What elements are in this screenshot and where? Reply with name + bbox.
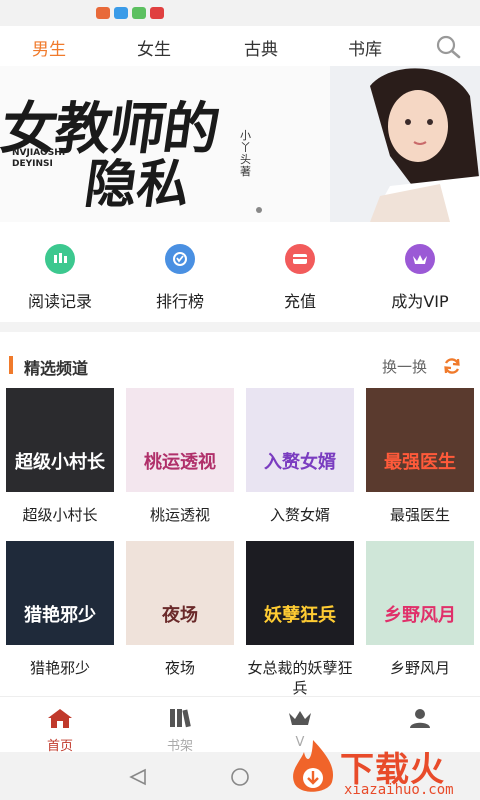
- flame-logo-icon: [293, 740, 334, 792]
- back-icon[interactable]: [128, 768, 148, 786]
- watermark-url: xiazaihuo.com: [344, 782, 454, 798]
- recharge-label: 充值: [283, 292, 316, 311]
- book-cover-title: 入赘女婿: [264, 452, 336, 473]
- recharge-icon: [285, 244, 315, 274]
- reading-record-label: 阅读记录: [27, 292, 92, 311]
- book-cover[interactable]: 猎艳邪少: [6, 541, 114, 645]
- app-icon: [132, 7, 146, 19]
- mail-icon: [150, 7, 164, 19]
- tab-female[interactable]: 女生: [137, 35, 171, 60]
- book-cover[interactable]: 夜场: [126, 541, 234, 645]
- quick-actions: 阅读记录 排行榜 充值 成为VIP: [0, 222, 480, 322]
- book-card[interactable]: 乡野风月 乡野风月: [366, 541, 474, 678]
- book-card[interactable]: 夜场 夜场: [126, 541, 234, 678]
- browser-icon: [114, 7, 128, 19]
- watermark-logo: 下载火 xiazaihuo.com: [284, 736, 480, 800]
- book-card[interactable]: 桃运透视 桃运透视: [126, 388, 234, 525]
- user-icon: [410, 709, 430, 728]
- refresh-button[interactable]: 换一换: [382, 356, 427, 377]
- nav-home[interactable]: 首页: [30, 707, 90, 754]
- book-title[interactable]: 夜场: [126, 658, 234, 678]
- section-accent-bar: [9, 356, 13, 374]
- vip-button[interactable]: 成为VIP: [360, 244, 480, 312]
- book-title[interactable]: 超级小村长: [6, 505, 114, 525]
- book-cover-title: 桃运透视: [144, 452, 216, 473]
- banner-author: 小丫头著: [240, 129, 251, 178]
- book-title[interactable]: 乡野风月: [366, 658, 474, 678]
- recharge-button[interactable]: 充值: [240, 244, 360, 312]
- search-icon[interactable]: [434, 34, 464, 60]
- book-title[interactable]: 女总裁的妖孽狂兵: [246, 658, 354, 698]
- banner-subtitle-line2: DEYINSI: [12, 159, 53, 169]
- section-header: 精选频道 换一换: [0, 346, 480, 386]
- bookshelf-icon: [170, 709, 191, 728]
- banner-subtitle-line1: NVJIAOSHI: [12, 148, 66, 158]
- book-cover-title: 夜场: [162, 605, 198, 626]
- nav-profile[interactable]: [390, 707, 450, 735]
- weibo-icon: [96, 7, 110, 19]
- book-cover[interactable]: 超级小村长: [6, 388, 114, 492]
- book-card[interactable]: 最强医生 最强医生: [366, 388, 474, 525]
- tab-male[interactable]: 男生: [32, 35, 66, 60]
- ranking-label: 排行榜: [155, 292, 204, 311]
- book-cover-title: 妖孽狂兵: [264, 605, 336, 626]
- vip-icon: [405, 244, 435, 274]
- status-icons: [96, 7, 164, 19]
- top-tab-bar: 男生 女生 古典 书库: [0, 26, 480, 66]
- book-title[interactable]: 最强医生: [366, 505, 474, 525]
- vip-crown-icon: [289, 711, 311, 725]
- book-cover[interactable]: 妖孽狂兵: [246, 541, 354, 645]
- book-cover[interactable]: 桃运透视: [126, 388, 234, 492]
- refresh-icon[interactable]: [442, 356, 462, 376]
- book-cover-title: 最强医生: [384, 452, 456, 473]
- banner-subtitle: NVJIAOSHI DEYINSI: [12, 148, 65, 170]
- nav-bookshelf[interactable]: 书架: [150, 707, 210, 754]
- book-title[interactable]: 入赘女婿: [246, 505, 354, 525]
- book-card[interactable]: 入赘女婿 入赘女婿: [246, 388, 354, 525]
- reading-record-button[interactable]: 阅读记录: [0, 244, 120, 312]
- home-icon: [48, 709, 72, 728]
- section-title: 精选频道: [24, 359, 89, 378]
- promo-banner[interactable]: 女教师的 NVJIAOSHI DEYINSI 隐私 小丫头著: [0, 66, 480, 222]
- tab-classic[interactable]: 古典: [244, 35, 278, 60]
- book-cover-title: 超级小村长: [15, 452, 105, 473]
- status-bar: [0, 0, 480, 26]
- tab-library[interactable]: 书库: [348, 35, 382, 60]
- book-cover[interactable]: 乡野风月: [366, 541, 474, 645]
- book-title[interactable]: 桃运透视: [126, 505, 234, 525]
- reading-record-icon: [45, 244, 75, 274]
- ranking-button[interactable]: 排行榜: [120, 244, 240, 312]
- book-card[interactable]: 妖孽狂兵 女总裁的妖孽狂兵: [246, 541, 354, 698]
- ranking-icon: [165, 244, 195, 274]
- home-circle-icon[interactable]: [229, 768, 251, 786]
- book-cover[interactable]: 入赘女婿: [246, 388, 354, 492]
- carousel-indicator: [256, 207, 262, 213]
- banner-title-line2: 隐私: [81, 154, 194, 215]
- book-card[interactable]: 超级小村长 超级小村长: [6, 388, 114, 525]
- book-card[interactable]: 猎艳邪少 猎艳邪少: [6, 541, 114, 678]
- section-divider: [0, 322, 480, 332]
- book-title[interactable]: 猎艳邪少: [6, 658, 114, 678]
- banner-illustration: [330, 66, 480, 222]
- book-cover-title: 乡野风月: [384, 605, 456, 626]
- book-cover-title: 猎艳邪少: [24, 605, 96, 626]
- book-cover[interactable]: 最强医生: [366, 388, 474, 492]
- vip-label: 成为VIP: [391, 292, 449, 311]
